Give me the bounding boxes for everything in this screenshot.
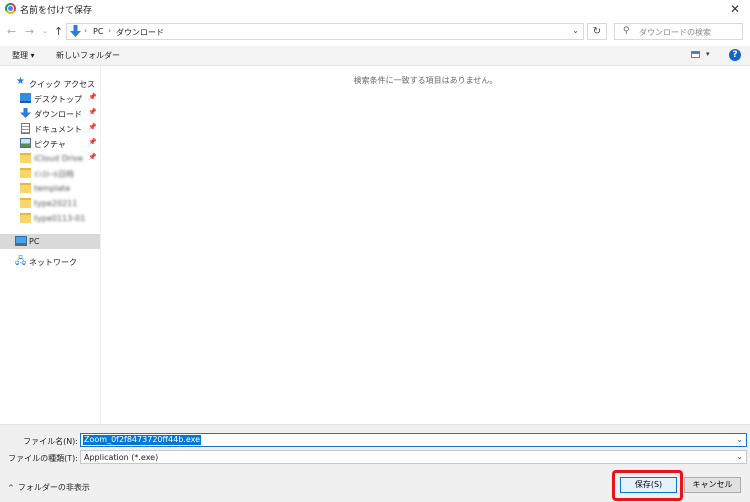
breadcrumb-pc[interactable]: PC bbox=[93, 27, 103, 36]
computer-icon bbox=[15, 236, 27, 246]
organize-button[interactable]: 整理 ▾ bbox=[12, 50, 35, 61]
search-placeholder: ダウンロードの検索 bbox=[639, 28, 711, 37]
sidebar-item-label: デスクトップ bbox=[34, 95, 82, 104]
sidebar-item-folder[interactable]: ｲﾝｽﾄｰﾙ日時 bbox=[0, 166, 100, 181]
breadcrumb-downloads[interactable]: ダウンロード bbox=[116, 27, 164, 38]
network-icon: 🖧 bbox=[15, 256, 27, 267]
hide-folders-button[interactable]: ^ フォルダーの非表示 bbox=[8, 482, 90, 493]
file-list[interactable]: 検索条件に一致する項目はありません。 bbox=[101, 66, 750, 424]
empty-message: 検索条件に一致する項目はありません。 bbox=[353, 76, 498, 85]
chevron-up-icon: ^ bbox=[8, 484, 14, 492]
filetype-value: Application (*.exe) bbox=[84, 453, 159, 462]
navigation-pane: ★ クイック アクセス デスクトップ 📌 ダウンロード 📌 ドキュメント 📌 ピ… bbox=[0, 66, 101, 424]
sidebar-item-label: type20211 bbox=[34, 199, 78, 208]
new-folder-button[interactable]: 新しいフォルダー bbox=[56, 50, 120, 61]
help-icon[interactable]: ? bbox=[729, 49, 741, 61]
folder-icon bbox=[20, 183, 31, 193]
filename-input[interactable]: Zoom_0f2f8473720ff44b.exe ⌄ bbox=[80, 433, 747, 447]
sidebar-item-network[interactable]: 🖧 ネットワーク bbox=[0, 254, 100, 269]
address-bar[interactable]: › PC › ダウンロード ⌄ bbox=[66, 23, 584, 40]
pin-icon: 📌 bbox=[88, 123, 97, 131]
view-options-icon[interactable] bbox=[691, 51, 700, 58]
window-title: 名前を付けて保存 bbox=[20, 6, 93, 16]
command-toolbar: 整理 ▾ 新しいフォルダー ▾ ? bbox=[0, 46, 750, 66]
sidebar-item-pictures[interactable]: ピクチャ 📌 bbox=[0, 136, 100, 151]
sidebar-item-desktop[interactable]: デスクトップ 📌 bbox=[0, 91, 100, 106]
folder-icon bbox=[20, 213, 31, 223]
sidebar-item-folder[interactable]: iCloud Drive 📌 bbox=[0, 151, 100, 166]
title-bar: 名前を付けて保存 ✕ bbox=[0, 0, 750, 18]
save-form: ファイル名(N): Zoom_0f2f8473720ff44b.exe ⌄ ファ… bbox=[0, 424, 750, 502]
sidebar-item-documents[interactable]: ドキュメント 📌 bbox=[0, 121, 100, 136]
close-icon[interactable]: ✕ bbox=[730, 2, 740, 16]
sidebar-item-label: クイック アクセス bbox=[29, 80, 96, 89]
search-icon: ⚲ bbox=[623, 26, 630, 36]
save-button[interactable]: 保存(S) bbox=[620, 477, 677, 493]
back-arrow-icon[interactable]: ← bbox=[7, 25, 16, 38]
navigation-bar: ← → ⌄ ↑ › PC › ダウンロード ⌄ ↻ ⚲ ダウンロードの検索 bbox=[0, 22, 750, 42]
hide-folders-label: フォルダーの非表示 bbox=[17, 483, 90, 492]
desktop-icon bbox=[20, 93, 31, 103]
cancel-button[interactable]: キャンセル bbox=[684, 477, 741, 493]
pin-icon: 📌 bbox=[88, 138, 97, 146]
sidebar-item-quick-access[interactable]: ★ クイック アクセス bbox=[0, 76, 100, 91]
filetype-select[interactable]: Application (*.exe) ⌄ bbox=[80, 450, 747, 464]
chevron-down-icon[interactable]: ⌄ bbox=[572, 26, 579, 35]
sidebar-item-pc[interactable]: PC bbox=[0, 234, 100, 249]
search-input[interactable]: ⚲ ダウンロードの検索 bbox=[614, 23, 743, 40]
download-arrow-icon bbox=[20, 108, 31, 118]
up-arrow-icon[interactable]: ↑ bbox=[54, 25, 63, 38]
star-icon: ★ bbox=[16, 76, 25, 87]
sidebar-item-folder[interactable]: template bbox=[0, 181, 100, 196]
folder-icon bbox=[20, 168, 31, 178]
download-arrow-icon bbox=[70, 25, 81, 37]
chevron-down-icon[interactable]: ⌄ bbox=[736, 435, 743, 444]
sidebar-item-downloads[interactable]: ダウンロード 📌 bbox=[0, 106, 100, 121]
sidebar-item-folder[interactable]: type20211 bbox=[0, 196, 100, 211]
pin-icon: 📌 bbox=[88, 153, 97, 161]
pin-icon: 📌 bbox=[88, 108, 97, 116]
sidebar-item-label: ダウンロード bbox=[34, 110, 82, 119]
chevron-down-icon[interactable]: ⌄ bbox=[736, 452, 743, 461]
refresh-button[interactable]: ↻ bbox=[587, 23, 607, 40]
sidebar-item-label: ネットワーク bbox=[29, 258, 77, 267]
forward-arrow-icon[interactable]: → bbox=[25, 25, 34, 38]
sidebar-item-label: ｲﾝｽﾄｰﾙ日時 bbox=[34, 170, 74, 179]
document-icon bbox=[21, 123, 30, 134]
breadcrumb-separator[interactable]: › bbox=[84, 26, 87, 35]
pin-icon: 📌 bbox=[88, 93, 97, 101]
sidebar-item-label: PC bbox=[29, 237, 40, 246]
filename-value: Zoom_0f2f8473720ff44b.exe bbox=[83, 435, 202, 445]
folder-icon bbox=[20, 198, 31, 208]
sidebar-item-label: template bbox=[34, 184, 71, 193]
chevron-down-icon[interactable]: ▾ bbox=[706, 50, 710, 58]
refresh-icon: ↻ bbox=[592, 26, 602, 37]
sidebar-item-label: iCloud Drive bbox=[34, 154, 83, 163]
pictures-icon bbox=[20, 138, 31, 148]
filetype-label: ファイルの種類(T): bbox=[8, 454, 78, 463]
sidebar-item-label: ドキュメント bbox=[34, 125, 82, 134]
sidebar-item-label: type0113-01 bbox=[34, 214, 86, 223]
chrome-icon bbox=[5, 3, 16, 14]
sidebar-item-label: ピクチャ bbox=[34, 140, 66, 149]
filename-label: ファイル名(N): bbox=[23, 437, 78, 446]
recent-chevron-down-icon[interactable]: ⌄ bbox=[42, 27, 48, 35]
sidebar-item-folder[interactable]: type0113-01 bbox=[0, 211, 100, 226]
folder-icon bbox=[20, 153, 31, 163]
breadcrumb-separator[interactable]: › bbox=[108, 26, 111, 35]
